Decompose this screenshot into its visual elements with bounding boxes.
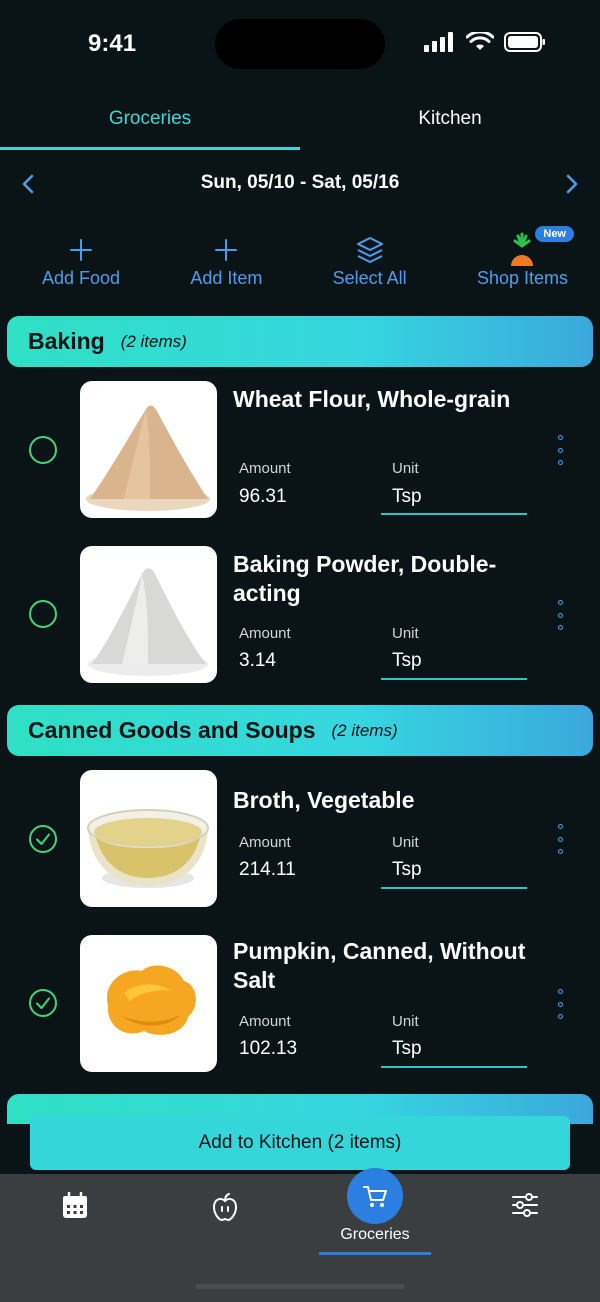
add-item-button[interactable]: Add Item xyxy=(188,232,264,302)
carrot-icon xyxy=(511,232,534,266)
list-item: Wheat Flour, Whole-grain Amount 96.31 Un… xyxy=(0,380,600,520)
status-time: 9:41 xyxy=(88,30,137,57)
wifi-icon xyxy=(466,32,494,50)
amount-value[interactable]: 102.13 xyxy=(239,1038,297,1060)
tab-kitchen[interactable]: Kitchen xyxy=(300,96,600,150)
add-to-kitchen-button[interactable]: Add to Kitchen (2 items) xyxy=(30,1116,570,1170)
date-range-row: Sun, 05/10 - Sat, 05/16 xyxy=(0,164,600,204)
battery-icon xyxy=(504,32,545,52)
sliders-icon xyxy=(512,1193,538,1217)
action-row: Add Food Add Item Select All Shop Items xyxy=(40,226,574,302)
new-badge: New xyxy=(535,226,574,242)
add-food-label: Add Food xyxy=(42,268,121,288)
nav-groceries[interactable] xyxy=(347,1168,403,1224)
unit-label: Unit xyxy=(392,460,419,477)
unit-value[interactable]: Tsp xyxy=(392,859,422,881)
nav-settings[interactable] xyxy=(495,1192,555,1232)
item-name: Wheat Flour, Whole-grain xyxy=(233,386,511,412)
more-options-icon[interactable] xyxy=(554,600,566,630)
unit-label: Unit xyxy=(392,834,419,851)
status-icons xyxy=(424,32,546,52)
more-options-icon[interactable] xyxy=(554,989,566,1019)
apple-icon xyxy=(212,1193,238,1222)
item-checkbox[interactable] xyxy=(29,989,57,1017)
nav-active-indicator xyxy=(319,1252,431,1255)
nav-calendar[interactable] xyxy=(45,1192,105,1232)
unit-value[interactable]: Tsp xyxy=(392,650,422,672)
layers-icon xyxy=(356,237,383,263)
top-tabs: Groceries Kitchen xyxy=(0,96,600,150)
category-header[interactable]: Baking (2 items) xyxy=(7,316,593,367)
checkmark-icon xyxy=(36,997,50,1009)
amount-label: Amount xyxy=(239,1013,291,1030)
unit-underline xyxy=(381,887,527,889)
category-name: Canned Goods and Soups xyxy=(28,717,316,743)
broth-bowl-image xyxy=(80,770,217,907)
select-all-label: Select All xyxy=(332,268,407,288)
category-header[interactable]: Canned Goods and Soups (2 items) xyxy=(7,705,593,756)
cart-icon xyxy=(363,1186,387,1207)
home-indicator xyxy=(195,1284,405,1289)
item-name: Baking Powder, Double-acting xyxy=(233,551,497,606)
status-bar: 9:41 xyxy=(0,0,600,90)
item-checkbox[interactable] xyxy=(29,600,57,628)
checkmark-icon xyxy=(36,833,50,845)
pumpkin-puree-image xyxy=(80,935,217,1072)
flour-image xyxy=(80,381,217,518)
signal-icon xyxy=(424,32,453,52)
dynamic-island xyxy=(215,19,385,69)
category-count: (2 items) xyxy=(120,331,187,351)
amount-value[interactable]: 3.14 xyxy=(239,650,276,672)
calendar-icon xyxy=(63,1192,87,1218)
item-checkbox[interactable] xyxy=(29,825,57,853)
unit-underline xyxy=(381,1066,527,1068)
category-count: (2 items) xyxy=(331,720,398,740)
unit-label: Unit xyxy=(392,1013,419,1030)
item-checkbox[interactable] xyxy=(29,436,57,464)
item-name: Broth, Vegetable xyxy=(233,787,415,813)
chevron-right-icon[interactable] xyxy=(558,170,586,198)
unit-underline xyxy=(381,678,527,680)
unit-underline xyxy=(381,513,527,515)
powder-image xyxy=(80,546,217,683)
shop-items-label: Shop Items xyxy=(476,268,568,288)
add-food-button[interactable]: Add Food xyxy=(40,232,122,302)
unit-value[interactable]: Tsp xyxy=(392,1038,422,1060)
nav-food[interactable] xyxy=(195,1192,255,1232)
category-name: Baking xyxy=(28,328,105,354)
list-item: Broth, Vegetable Amount 214.11 Unit Tsp xyxy=(0,769,600,909)
plus-icon xyxy=(70,239,93,261)
more-options-icon[interactable] xyxy=(554,824,566,854)
date-range-label: Sun, 05/10 - Sat, 05/16 xyxy=(200,172,400,193)
bottom-nav: Groceries xyxy=(0,1168,600,1302)
item-name: Pumpkin, Canned, Without Salt xyxy=(233,938,526,993)
shop-items-button[interactable]: Shop Items New xyxy=(475,226,574,302)
amount-label: Amount xyxy=(239,460,291,477)
plus-icon xyxy=(215,239,238,261)
unit-value[interactable]: Tsp xyxy=(392,486,422,508)
amount-label: Amount xyxy=(239,834,291,851)
amount-value[interactable]: 96.31 xyxy=(239,486,287,508)
more-options-icon[interactable] xyxy=(554,435,566,465)
amount-label: Amount xyxy=(239,625,291,642)
select-all-button[interactable]: Select All xyxy=(331,232,409,302)
amount-value[interactable]: 214.11 xyxy=(239,859,296,881)
list-item: Pumpkin, Canned, Without Salt Amount 102… xyxy=(0,934,600,1074)
unit-label: Unit xyxy=(392,625,419,642)
list-item: Baking Powder, Double-acting Amount 3.14… xyxy=(0,545,600,685)
tab-groceries[interactable]: Groceries xyxy=(0,96,300,150)
nav-groceries-label: Groceries xyxy=(340,1226,410,1243)
add-item-label: Add Item xyxy=(190,268,263,288)
